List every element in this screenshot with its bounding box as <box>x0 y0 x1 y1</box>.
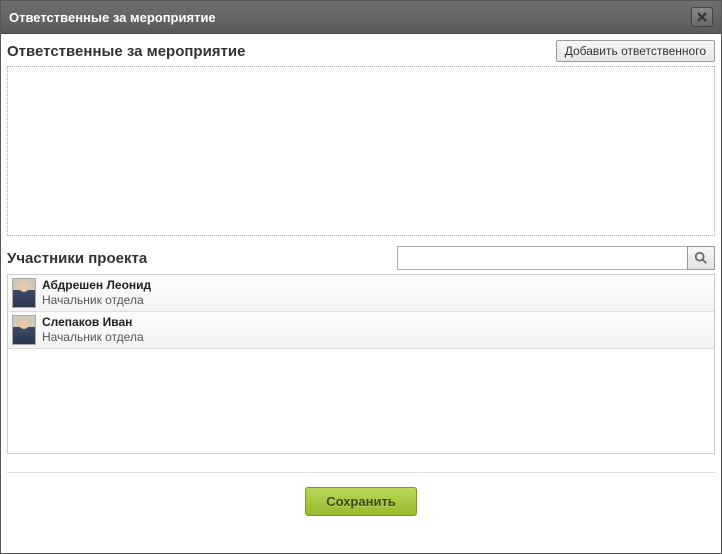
avatar <box>12 278 36 308</box>
participants-section: Участники проекта Абдрешен Леонид <box>7 246 715 454</box>
participants-header: Участники проекта <box>7 246 715 274</box>
list-item[interactable]: Абдрешен Леонид Начальник отдела <box>8 275 714 312</box>
search-wrap <box>397 246 715 270</box>
participant-role: Начальник отдела <box>42 293 151 308</box>
close-icon <box>696 11 708 23</box>
search-icon <box>694 251 708 265</box>
dialog-footer: Сохранить <box>7 473 715 530</box>
search-button[interactable] <box>687 246 715 270</box>
search-input[interactable] <box>397 246 687 270</box>
participants-heading: Участники проекта <box>7 250 147 267</box>
avatar <box>12 315 36 345</box>
list-item[interactable]: Слепаков Иван Начальник отдела <box>8 312 714 349</box>
participant-role: Начальник отдела <box>42 330 144 345</box>
participant-name: Слепаков Иван <box>42 315 144 330</box>
dialog-title: Ответственные за мероприятие <box>9 10 216 25</box>
responsible-dropzone[interactable] <box>7 66 715 236</box>
responsible-header: Ответственные за мероприятие Добавить от… <box>7 38 715 66</box>
add-responsible-button[interactable]: Добавить ответственного <box>556 40 715 62</box>
participant-name: Абдрешен Леонид <box>42 278 151 293</box>
dialog-responsible: Ответственные за мероприятие Ответственн… <box>0 0 722 554</box>
participant-info: Абдрешен Леонид Начальник отдела <box>42 278 151 308</box>
participant-info: Слепаков Иван Начальник отдела <box>42 315 144 345</box>
dialog-content: Ответственные за мероприятие Добавить от… <box>1 34 721 553</box>
titlebar: Ответственные за мероприятие <box>1 1 721 34</box>
save-button[interactable]: Сохранить <box>305 487 417 516</box>
responsible-heading: Ответственные за мероприятие <box>7 43 245 60</box>
close-button[interactable] <box>691 7 713 27</box>
participants-list: Абдрешен Леонид Начальник отдела Слепако… <box>7 274 715 454</box>
